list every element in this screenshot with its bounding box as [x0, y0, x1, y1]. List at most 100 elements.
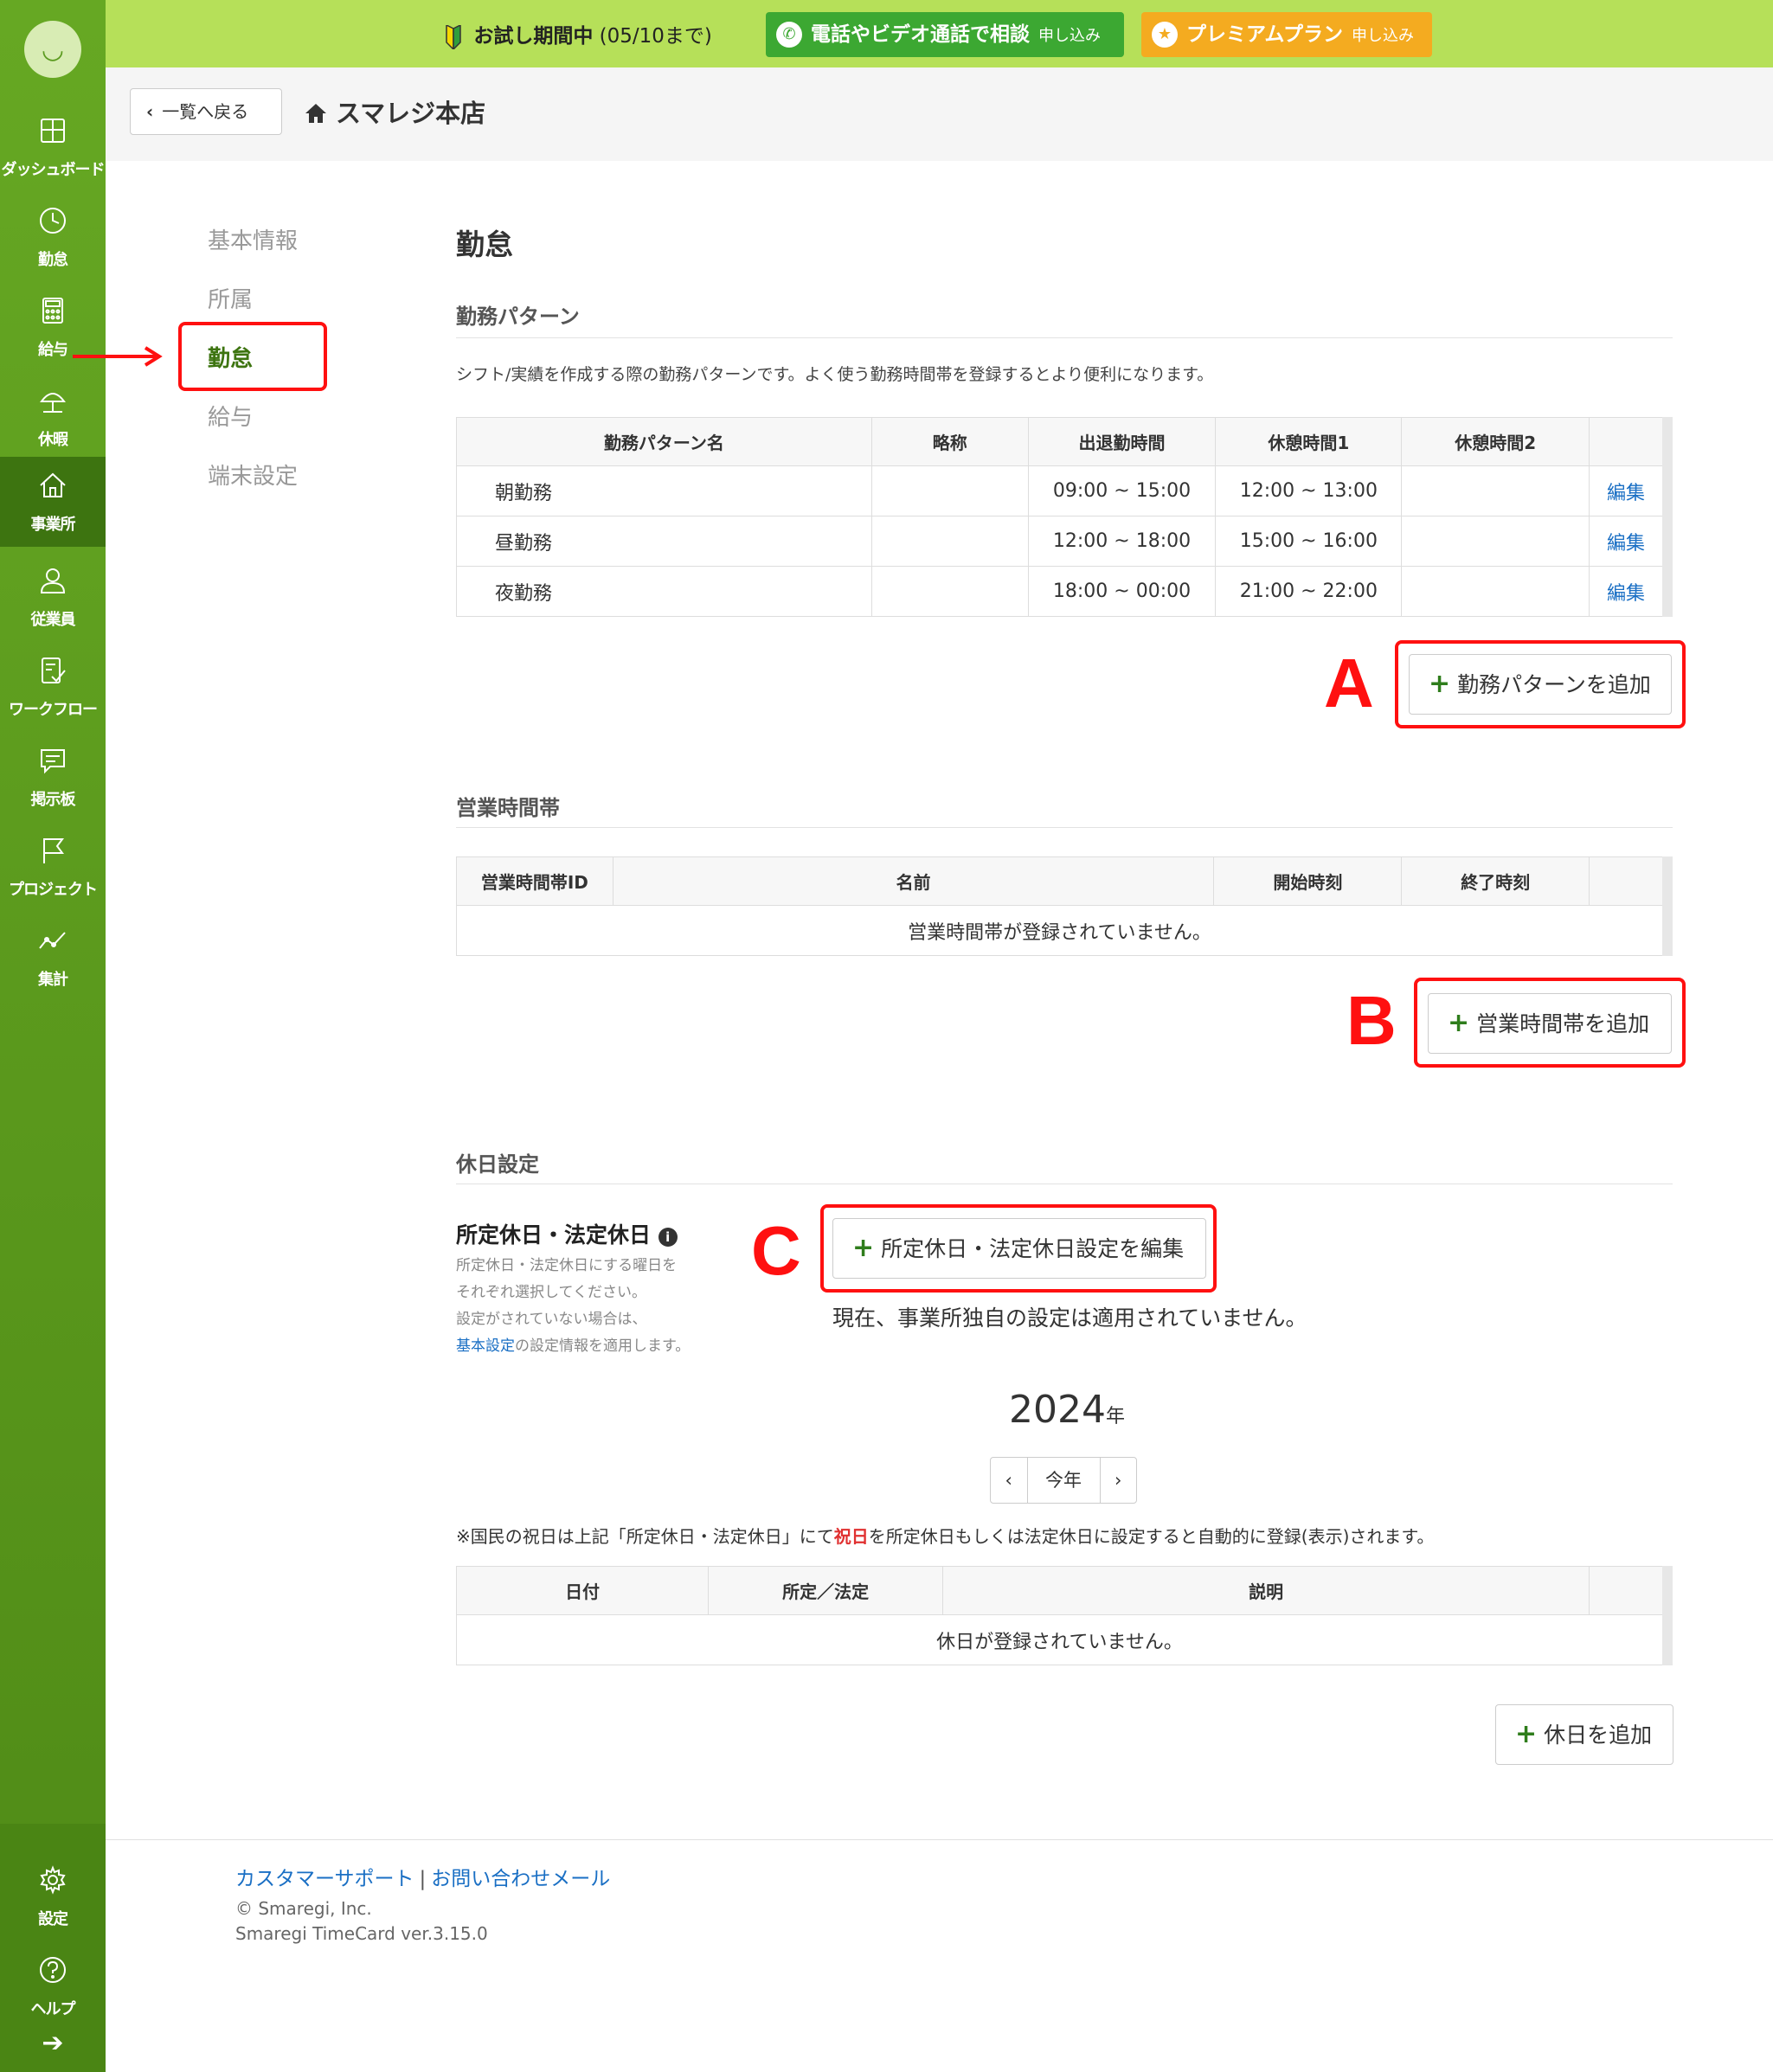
column-header: 営業時間帯ID — [456, 856, 613, 906]
footer-links: カスタマーサポート | お問い合わせメール — [235, 1862, 610, 1891]
home-icon — [40, 472, 66, 497]
sidebar-item-project[interactable]: プロジェクト — [0, 822, 106, 912]
holiday-note-line: 基本設定の設定情報を適用します。 — [456, 1333, 690, 1360]
home-icon — [305, 104, 326, 123]
annotation-label-c: C — [751, 1212, 801, 1289]
add-business-hours-button[interactable]: + 営業時間帯を追加 — [1428, 993, 1672, 1054]
pattern-abbr — [870, 516, 1029, 567]
sidebar-item-label: 事業所 — [30, 516, 76, 534]
column-header: 名前 — [612, 856, 1215, 906]
table-header-row: 営業時間帯ID 名前 開始時刻 終了時刻 — [456, 856, 1668, 906]
premium-plan-sub: 申し込み — [1352, 27, 1415, 45]
sidebar-item-office[interactable]: 事業所 — [0, 457, 106, 547]
previous-year-chevron-icon[interactable]: ‹ — [991, 1458, 1027, 1503]
dashboard-icon — [41, 119, 65, 143]
pattern-work-time: 18:00 ~ 00:00 — [1027, 566, 1217, 617]
edit-link[interactable]: 編集 — [1589, 516, 1668, 567]
trial-period: (05/10まで) — [599, 25, 712, 48]
plus-icon: + — [1515, 1719, 1538, 1749]
sidebar-item-label: 掲示板 — [30, 791, 76, 809]
edit-link[interactable]: 編集 — [1589, 566, 1668, 617]
edit-link[interactable]: 編集 — [1589, 465, 1668, 516]
plus-icon: + — [1448, 1008, 1470, 1038]
column-header: 開始時刻 — [1213, 856, 1403, 906]
expand-sidebar-arrow-icon[interactable]: ➔ — [0, 2017, 106, 2069]
sidebar-item-attendance[interactable]: 勤怠 — [0, 192, 106, 282]
contact-mail-link[interactable]: お問い合わせメール — [431, 1868, 610, 1890]
highlight-box-submenu — [178, 322, 327, 391]
premium-plan-label: プレミアムプラン — [1186, 23, 1344, 46]
next-year-chevron-icon[interactable]: › — [1101, 1458, 1137, 1503]
column-header: 略称 — [870, 417, 1029, 466]
phone-consult-sub: 申し込み — [1038, 27, 1101, 45]
work-pattern-description: シフト/実績を作成する際の勤務パターンです。よく使う勤務時間帯を登録するとより便… — [456, 365, 1214, 384]
column-header: 休憩時間2 — [1401, 417, 1590, 466]
table-row: 夜勤務 18:00 ~ 00:00 21:00 ~ 22:00 編集 — [456, 566, 1668, 617]
annotation-label-a: A — [1324, 645, 1374, 722]
submenu-item-terminal[interactable]: 端末設定 — [208, 459, 298, 491]
add-work-pattern-label: 勤務パターンを追加 — [1457, 672, 1651, 697]
submenu-item-department[interactable]: 所属 — [208, 282, 253, 314]
add-work-pattern-button[interactable]: + 勤務パターンを追加 — [1409, 654, 1672, 715]
customer-support-link[interactable]: カスタマーサポート — [235, 1868, 414, 1890]
pattern-break1: 15:00 ~ 16:00 — [1215, 516, 1403, 567]
sidebar-item-settings[interactable]: 設定 — [0, 1851, 106, 1941]
info-icon[interactable]: i — [658, 1228, 678, 1247]
premium-plan-button[interactable]: ★ プレミアムプラン 申し込み — [1141, 12, 1432, 57]
sidebar-item-leave[interactable]: 休暇 — [0, 372, 106, 462]
header-bar: ‹ 一覧へ戻る スマレジ本店 — [106, 67, 1773, 161]
message-icon — [41, 749, 65, 774]
national-holiday-note: ※国民の祝日は上記「所定休日・法定休日」にて祝日を所定休日もしくは法定休日に設定… — [456, 1523, 1434, 1548]
sidebar-item-label: 勤怠 — [38, 251, 68, 269]
calculator-icon — [42, 298, 63, 324]
sidebar-item-reports[interactable]: 集計 — [0, 912, 106, 1002]
this-year-button[interactable]: 今年 — [1026, 1458, 1101, 1503]
national-note-text: を所定休日もしくは法定休日に設定すると自動的に登録(表示)されます。 — [868, 1526, 1435, 1547]
basic-settings-link[interactable]: 基本設定 — [456, 1337, 515, 1355]
pattern-name: 夜勤務 — [456, 566, 872, 617]
sidebar-item-label: 設定 — [38, 1910, 68, 1928]
edit-holiday-settings-button[interactable]: + 所定休日・法定休日設定を編集 — [832, 1218, 1206, 1279]
add-holiday-button[interactable]: + 休日を追加 — [1495, 1704, 1673, 1765]
sidebar-item-label: 従業員 — [30, 611, 76, 629]
sidebar-item-workflow[interactable]: ワークフロー — [0, 642, 106, 732]
holiday-note-text: の設定情報を適用します。 — [515, 1337, 691, 1355]
submenu-item-basic[interactable]: 基本情報 — [208, 223, 298, 255]
pattern-break2 — [1401, 516, 1590, 567]
annotation-arrow-icon — [73, 346, 163, 367]
trial-status: お試し期間中 (05/10まで) — [445, 19, 712, 49]
work-pattern-table: 勤務パターン名 略称 出退勤時間 休憩時間1 休憩時間2 朝勤務 09:00 ~… — [456, 417, 1673, 617]
column-header: 所定／法定 — [708, 1566, 944, 1615]
beginner-mark-icon — [446, 24, 461, 49]
empty-message: 休日が登録されていません。 — [456, 1614, 1668, 1665]
holiday-table: 日付 所定／法定 説明 休日が登録されていません。 — [455, 1566, 1673, 1665]
sidebar-item-board[interactable]: 掲示板 — [0, 732, 106, 822]
phone-consult-button[interactable]: ✆ 電話やビデオ通話で相談 申し込み — [766, 12, 1124, 57]
sidebar-item-employees[interactable]: 従業員 — [0, 552, 106, 642]
back-to-list-button[interactable]: ‹ 一覧へ戻る — [130, 88, 282, 135]
pattern-break1: 12:00 ~ 13:00 — [1215, 465, 1403, 516]
checklist-icon — [42, 658, 66, 683]
holiday-heading-text: 所定休日・法定休日 — [456, 1222, 652, 1248]
table-row: 朝勤務 09:00 ~ 15:00 12:00 ~ 13:00 編集 — [456, 465, 1668, 516]
store-name: スマレジ本店 — [336, 99, 486, 128]
business-hours-title: 営業時間帯 — [456, 796, 560, 820]
column-header: 出退勤時間 — [1027, 417, 1217, 466]
holiday-settings-title: 休日設定 — [456, 1152, 539, 1177]
national-note-highlight: 祝日 — [833, 1526, 869, 1547]
sidebar-item-dashboard[interactable]: ダッシュボード — [0, 102, 106, 192]
sidebar-item-label: ダッシュボード — [1, 161, 106, 179]
national-note-text: ※国民の祝日は上記「所定休日・法定休日」にて — [456, 1526, 834, 1547]
annotation-label-b: B — [1346, 982, 1397, 1059]
table-header-row: 勤務パターン名 略称 出退勤時間 休憩時間1 休憩時間2 — [456, 417, 1668, 466]
smiley-logo-icon[interactable]: ◡ — [24, 21, 81, 78]
year-navigation: ‹ 今年 › — [990, 1457, 1137, 1504]
pattern-break1: 21:00 ~ 22:00 — [1215, 566, 1403, 617]
chart-line-icon — [39, 932, 66, 949]
help-icon — [40, 1957, 66, 1983]
submenu-item-payroll[interactable]: 給与 — [208, 400, 253, 432]
column-header: 日付 — [455, 1566, 710, 1615]
holiday-note-line: それぞれ選択してください。 — [456, 1284, 646, 1301]
divider — [456, 337, 1673, 338]
top-banner: お試し期間中 (05/10まで) ✆ 電話やビデオ通話で相談 申し込み ★ プレミ… — [106, 0, 1773, 67]
